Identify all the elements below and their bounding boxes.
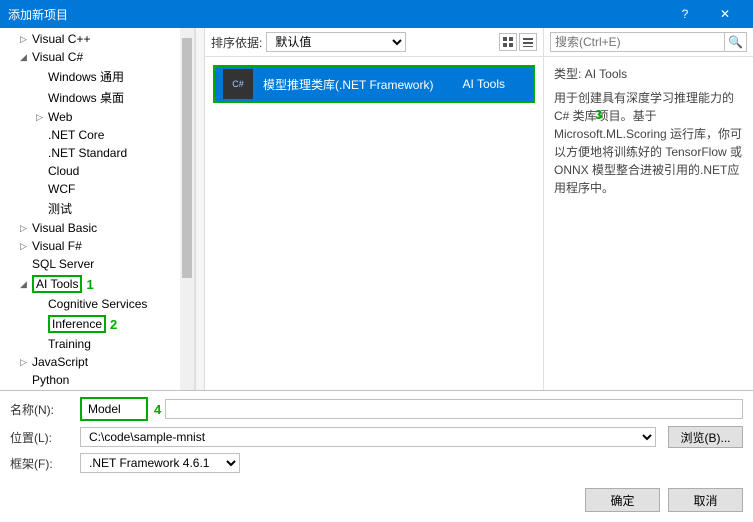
tree-toggle-icon[interactable]: ▷	[20, 241, 32, 252]
search-icon: 🔍	[728, 35, 743, 49]
ok-button[interactable]: 确定	[585, 488, 660, 512]
template-category: AI Tools	[463, 77, 505, 91]
tree-item[interactable]: NVIDIA	[0, 389, 194, 390]
help-button[interactable]: ?	[665, 0, 705, 28]
tree-item[interactable]: ▷Visual Basic	[0, 219, 194, 237]
splitter[interactable]	[195, 28, 205, 390]
view-small-icon[interactable]	[499, 33, 517, 51]
search-input[interactable]	[550, 32, 725, 52]
tree-item-label: Cloud	[48, 164, 79, 178]
annotation-3: 3	[595, 107, 602, 122]
tree-item-label: Inference	[48, 315, 106, 333]
annotation-2: 2	[110, 317, 117, 332]
tree-item-label: Windows 桌面	[48, 89, 124, 106]
tree-item-label: Visual F#	[32, 239, 82, 253]
tree-item[interactable]: Cognitive Services	[0, 295, 194, 313]
tree-item-label: Python	[32, 373, 69, 387]
tree-item[interactable]: Windows 桌面	[0, 87, 194, 108]
browse-button[interactable]: 浏览(B)...	[668, 426, 743, 448]
framework-label: 框架(F):	[10, 455, 80, 472]
tree-item-label: 测试	[48, 200, 72, 217]
sort-combo[interactable]: 默认值	[266, 32, 406, 52]
view-list-icon[interactable]	[519, 33, 537, 51]
name-label: 名称(N):	[10, 401, 80, 418]
location-label: 位置(L):	[10, 429, 80, 446]
category-tree: ▷Visual C++◢Visual C#Windows 通用Windows 桌…	[0, 28, 195, 390]
tree-item[interactable]: ▷Visual C++	[0, 30, 194, 48]
template-name: 模型推理类库(.NET Framework)	[263, 76, 463, 93]
name-input[interactable]	[84, 399, 144, 419]
tree-item-label: Visual C++	[32, 32, 90, 46]
tree-toggle-icon[interactable]: ◢	[20, 52, 32, 63]
tree-toggle-icon[interactable]: ▷	[20, 34, 32, 45]
tree-scrollbar[interactable]	[180, 28, 194, 390]
tree-item-label: Training	[48, 337, 91, 351]
tree-toggle-icon[interactable]: ▷	[20, 223, 32, 234]
tree-item-label: Windows 通用	[48, 68, 124, 85]
name-input-rest[interactable]	[165, 399, 743, 419]
annotation-1: 1	[86, 277, 93, 292]
tree-item-label: Visual C#	[32, 50, 83, 64]
tree-item[interactable]: ◢AI Tools 1	[0, 273, 194, 295]
tree-item[interactable]: ▷Visual F#	[0, 237, 194, 255]
tree-item[interactable]: Training	[0, 335, 194, 353]
search-button[interactable]: 🔍	[725, 32, 747, 52]
tree-item-label: .NET Standard	[48, 146, 127, 160]
tree-item[interactable]: .NET Core	[0, 126, 194, 144]
tree-item[interactable]: Inference 2	[0, 313, 194, 335]
template-list: C# 模型推理类库(.NET Framework) AI Tools 3	[205, 57, 543, 390]
template-item[interactable]: C# 模型推理类库(.NET Framework) AI Tools	[213, 65, 535, 103]
tree-item[interactable]: WCF	[0, 180, 194, 198]
type-value: AI Tools	[585, 67, 627, 81]
cancel-button[interactable]: 取消	[668, 488, 743, 512]
tree-item[interactable]: ▷Web	[0, 108, 194, 126]
location-combo[interactable]: C:\code\sample-mnist	[80, 427, 656, 447]
tree-toggle-icon[interactable]: ▷	[36, 112, 48, 123]
tree-item[interactable]: Python	[0, 371, 194, 389]
tree-item-label: AI Tools	[32, 275, 82, 293]
window-title: 添加新项目	[8, 6, 665, 23]
tree-item-label: Web	[48, 110, 72, 124]
tree-item-label: .NET Core	[48, 128, 104, 142]
tree-toggle-icon[interactable]: ◢	[20, 279, 32, 290]
framework-combo[interactable]: .NET Framework 4.6.1	[80, 453, 240, 473]
tree-item-label: JavaScript	[32, 355, 88, 369]
sort-label: 排序依据:	[211, 34, 262, 51]
tree-item[interactable]: Windows 通用	[0, 66, 194, 87]
tree-toggle-icon[interactable]: ▷	[20, 357, 32, 368]
description-panel: 类型: AI Tools 用于创建具有深度学习推理能力的 C# 类库项目。基于 …	[544, 57, 753, 205]
tree-item[interactable]: Cloud	[0, 162, 194, 180]
tree-item[interactable]: 测试	[0, 198, 194, 219]
tree-item[interactable]: ▷JavaScript	[0, 353, 194, 371]
tree-item[interactable]: .NET Standard	[0, 144, 194, 162]
type-label: 类型:	[554, 67, 581, 81]
tree-item-label: WCF	[48, 182, 75, 196]
template-icon: C#	[223, 69, 253, 99]
annotation-4: 4	[154, 402, 161, 417]
tree-item-label: Cognitive Services	[48, 297, 147, 311]
description-text: 用于创建具有深度学习推理能力的 C# 类库项目。基于 Microsoft.ML.…	[554, 89, 743, 197]
tree-item-label: Visual Basic	[32, 221, 97, 235]
tree-item-label: SQL Server	[32, 257, 94, 271]
tree-item[interactable]: ◢Visual C#	[0, 48, 194, 66]
tree-item[interactable]: SQL Server	[0, 255, 194, 273]
close-button[interactable]: ✕	[705, 0, 745, 28]
